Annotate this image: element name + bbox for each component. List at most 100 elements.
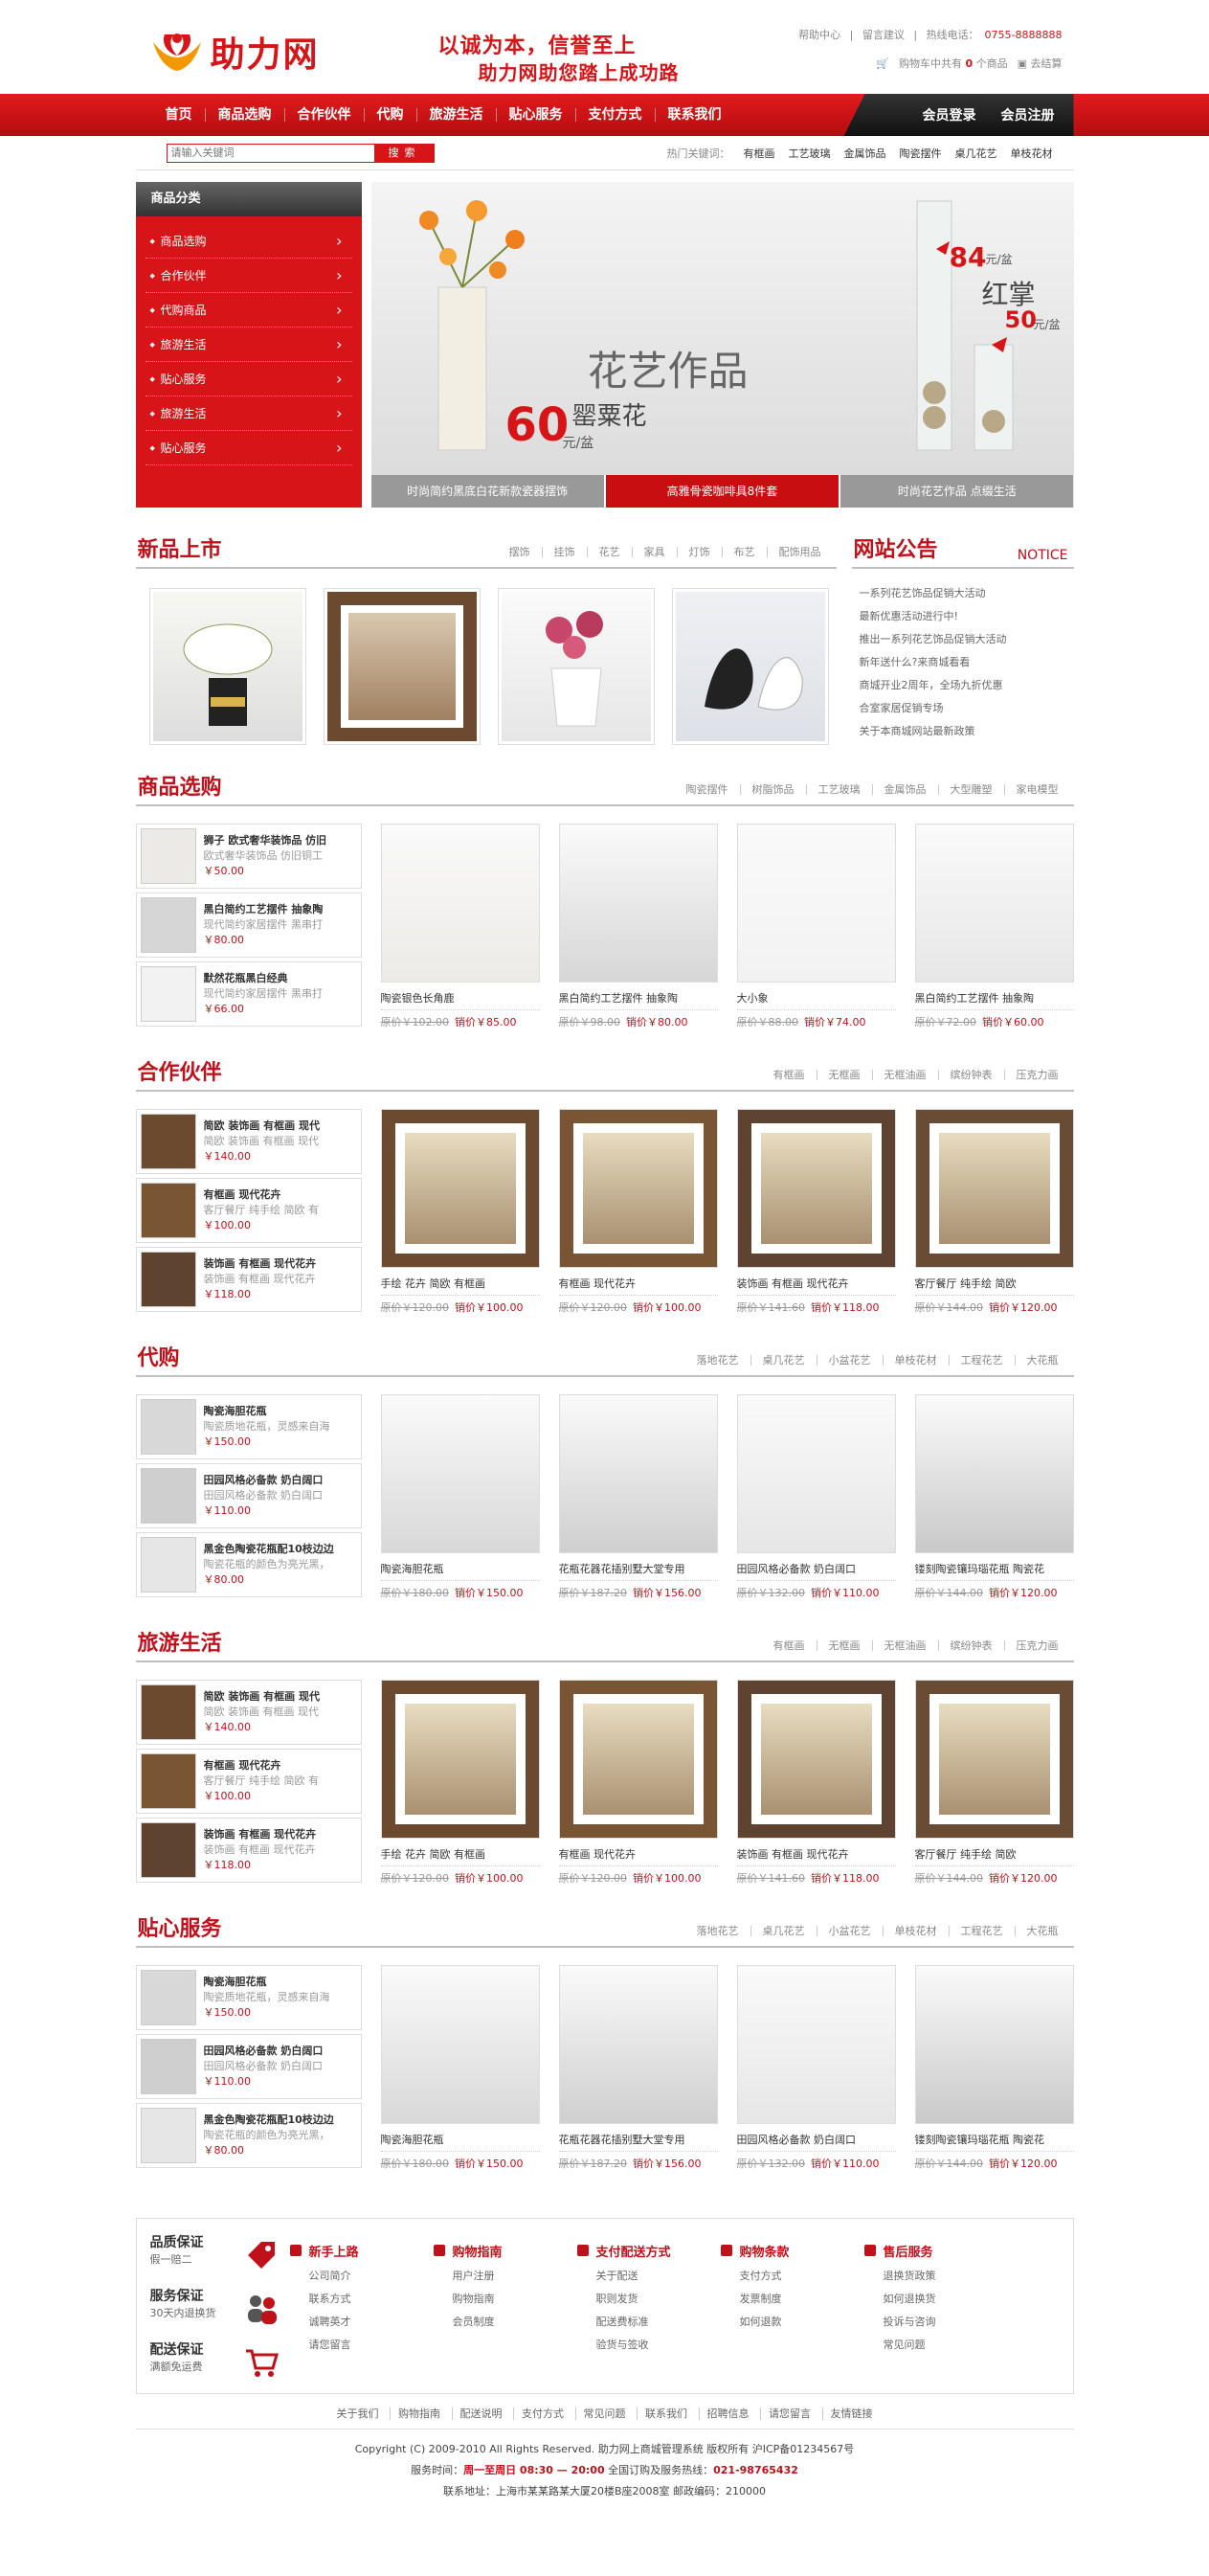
checkout-link[interactable]: ▣ 去结算 — [1018, 56, 1063, 71]
product-image[interactable] — [380, 824, 540, 983]
section-link[interactable]: 有框画 — [762, 1070, 817, 1080]
nav-proxy[interactable]: 代购 — [365, 108, 417, 122]
new-link[interactable]: 家具 — [631, 547, 677, 557]
product-name[interactable]: 有框画 现代花卉 — [559, 1846, 718, 1862]
side-product-image[interactable] — [140, 2108, 196, 2163]
notice-item[interactable]: 关于本商城网站最新政策 — [860, 720, 1074, 743]
section-link[interactable]: 落地花艺 — [685, 1926, 750, 1936]
product-name[interactable]: 装饰画 有框画 现代花卉 — [737, 1846, 896, 1862]
notice-item[interactable]: 商城开业2周年，全场九折优惠 — [860, 674, 1074, 697]
product-name[interactable]: 田园风格必备款 奶白阔口 — [737, 2132, 896, 2147]
side-product-image[interactable] — [140, 2039, 196, 2094]
product-name[interactable]: 大小象 — [737, 990, 896, 1006]
banner-tab[interactable]: 时尚简约黑底白花新款瓷器摆饰 — [370, 475, 606, 508]
side-product-image[interactable] — [140, 966, 196, 1022]
product-image[interactable] — [914, 824, 1074, 983]
new-product-image[interactable] — [671, 588, 829, 745]
product-card[interactable]: 田园风格必备款 奶白阔口 原价￥132.00 销价￥110.00 — [736, 1394, 896, 1601]
product-card[interactable]: 陶瓷海胆花瓶 原价￥180.00 销价￥150.00 — [380, 1965, 540, 2172]
product-card[interactable]: 黑白简约工艺摆件 抽象陶 原价￥72.00 销价￥60.00 — [914, 824, 1074, 1030]
side-product-image[interactable] — [140, 1468, 196, 1524]
help-center-link[interactable]: 帮助中心 — [798, 29, 840, 41]
side-product[interactable]: 有框画 现代花卉 客厅餐厅 纯手绘 简欧 有 ￥100.00 — [135, 1749, 362, 1814]
product-card[interactable]: 镂刻陶瓷镶玛瑙花瓶 陶瓷花 原价￥144.00 销价￥120.00 — [914, 1394, 1074, 1601]
section-link[interactable]: 小盆花艺 — [816, 1926, 883, 1936]
footer-link[interactable]: 联系方式 — [290, 2288, 434, 2311]
section-link[interactable]: 工艺玻璃 — [805, 784, 872, 795]
logo[interactable]: 助力网 — [147, 27, 320, 77]
product-image[interactable] — [736, 824, 896, 983]
banner-tab[interactable]: 时尚花艺作品 点缀生活 — [840, 475, 1074, 508]
product-image[interactable] — [736, 1965, 896, 2124]
product-name[interactable]: 花瓶花器花插别墅大堂专用 — [559, 1561, 718, 1576]
side-product[interactable]: 黑金色陶瓷花瓶配10枝边边 陶瓷花瓶的颜色为亮光黑， ￥80.00 — [135, 2103, 362, 2168]
side-product-image[interactable] — [140, 828, 196, 884]
side-product-name[interactable]: 陶瓷海胆花瓶 — [204, 1975, 347, 1990]
footer-link[interactable]: 用户注册 — [434, 2265, 577, 2288]
side-product[interactable]: 简欧 装饰画 有框画 现代 简欧 装饰画 有框画 现代 ￥140.00 — [135, 1680, 362, 1745]
notice-item[interactable]: 新年送什么?来商城看看 — [860, 651, 1074, 674]
product-name[interactable]: 手绘 花卉 简欧 有框画 — [381, 1276, 540, 1291]
section-link[interactable]: 无框画 — [816, 1640, 872, 1651]
product-card[interactable]: 有框画 现代花卉 原价￥120.00 销价￥100.00 — [558, 1109, 718, 1316]
section-link[interactable]: 缤纷钟表 — [937, 1070, 1004, 1080]
side-product-name[interactable]: 简欧 装饰画 有框画 现代 — [204, 1119, 347, 1134]
new-link[interactable]: 配饰用品 — [766, 547, 833, 557]
hot-keyword[interactable]: 桌几花艺 — [955, 146, 997, 161]
side-product[interactable]: 田园风格必备款 奶白阔口 田园风格必备款 奶白阔口 ￥110.00 — [135, 2034, 362, 2099]
product-card[interactable]: 有框画 现代花卉 原价￥120.00 销价￥100.00 — [558, 1680, 718, 1887]
nav-payment[interactable]: 支付方式 — [576, 108, 656, 122]
footer-link[interactable]: 如何退款 — [721, 2311, 864, 2334]
side-product-image[interactable] — [140, 1399, 196, 1455]
section-link[interactable]: 大型雕塑 — [937, 784, 1004, 795]
product-name[interactable]: 田园风格必备款 奶白阔口 — [737, 1561, 896, 1576]
nav-contact[interactable]: 联系我们 — [656, 108, 734, 122]
side-product-image[interactable] — [140, 1822, 196, 1878]
footer-link[interactable]: 职则发货 — [577, 2288, 721, 2311]
footer-link[interactable]: 会员制度 — [434, 2311, 577, 2334]
footer-link[interactable]: 关于配送 — [577, 2265, 721, 2288]
section-link[interactable]: 大花瓶 — [1014, 1355, 1070, 1366]
side-product[interactable]: 默然花瓶黑白经典 现代简约家居摆件 黑串打 ￥66.00 — [135, 961, 362, 1027]
hot-keyword[interactable]: 工艺玻璃 — [789, 146, 831, 161]
category-item[interactable]: 旅游生活 — [145, 396, 352, 431]
section-link[interactable]: 桌几花艺 — [750, 1355, 817, 1366]
side-product[interactable]: 黑金色陶瓷花瓶配10枝边边 陶瓷花瓶的颜色为亮光黑， ￥80.00 — [135, 1532, 362, 1597]
side-product[interactable]: 简欧 装饰画 有框画 现代 简欧 装饰画 有框画 现代 ￥140.00 — [135, 1109, 362, 1174]
side-product-name[interactable]: 田园风格必备款 奶白阔口 — [204, 2044, 347, 2059]
section-link[interactable]: 有框画 — [762, 1640, 817, 1651]
search-button[interactable]: 搜索 — [374, 143, 435, 163]
side-product-image[interactable] — [140, 1114, 196, 1169]
section-link[interactable]: 落地花艺 — [685, 1355, 750, 1366]
product-card[interactable]: 手绘 花卉 简欧 有框画 原价￥120.00 销价￥100.00 — [380, 1109, 540, 1316]
side-product-name[interactable]: 有框画 现代花卉 — [204, 1758, 347, 1774]
notice-item[interactable]: 推出一系列花艺饰品促销大活动 — [860, 628, 1074, 651]
banner-slider[interactable]: 花艺作品 罂粟花 60 元/盆 84 元/盆 红掌 50 元/盆 时尚简约黑底白… — [370, 182, 1074, 508]
product-image[interactable] — [380, 1680, 540, 1839]
product-image[interactable] — [736, 1680, 896, 1839]
footer-bottom-link[interactable]: 请您留言 — [760, 2407, 818, 2420]
footer-bottom-link[interactable]: 购物指南 — [390, 2407, 448, 2420]
new-link[interactable]: 摆饰 — [498, 547, 542, 557]
product-image[interactable] — [914, 1680, 1074, 1839]
side-product-image[interactable] — [140, 897, 196, 953]
footer-bottom-link[interactable]: 联系我们 — [637, 2407, 695, 2420]
side-product-name[interactable]: 简欧 装饰画 有框画 现代 — [204, 1689, 347, 1705]
product-image[interactable] — [380, 1965, 540, 2124]
product-image[interactable] — [380, 1109, 540, 1268]
section-link[interactable]: 无框油画 — [871, 1640, 938, 1651]
search-input[interactable] — [166, 143, 375, 163]
product-card[interactable]: 陶瓷海胆花瓶 原价￥180.00 销价￥150.00 — [380, 1394, 540, 1601]
side-product-name[interactable]: 黑金色陶瓷花瓶配10枝边边 — [204, 2113, 347, 2128]
product-image[interactable] — [914, 1965, 1074, 2124]
hot-keyword[interactable]: 陶瓷摆件 — [900, 146, 942, 161]
section-link[interactable]: 压克力画 — [1003, 1070, 1070, 1080]
side-product-image[interactable] — [140, 1684, 196, 1740]
hot-keyword[interactable]: 单枝花材 — [1011, 146, 1053, 161]
footer-bottom-link[interactable]: 配送说明 — [451, 2407, 510, 2420]
product-image[interactable] — [736, 1109, 896, 1268]
notice-item[interactable]: 合室家居促销专场 — [860, 697, 1074, 720]
section-link[interactable]: 无框画 — [816, 1070, 872, 1080]
product-name[interactable]: 镂刻陶瓷镶玛瑙花瓶 陶瓷花 — [915, 2132, 1074, 2147]
footer-link[interactable]: 诚聘英才 — [290, 2311, 434, 2334]
